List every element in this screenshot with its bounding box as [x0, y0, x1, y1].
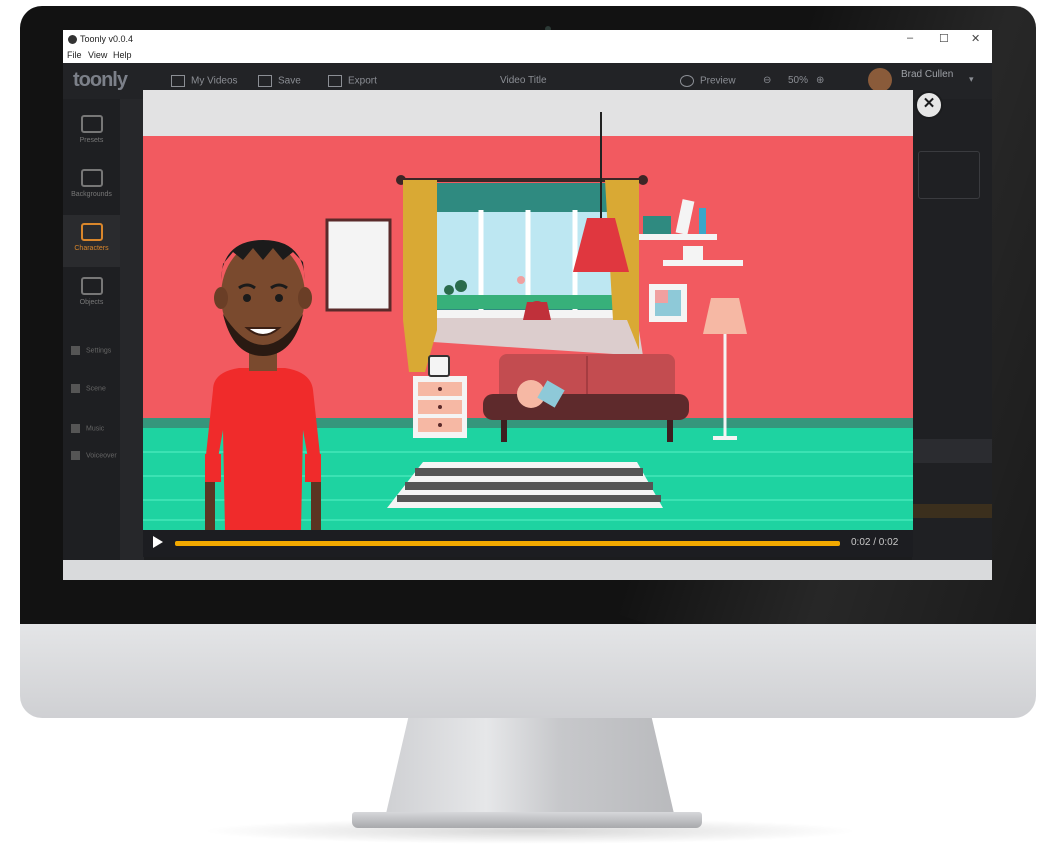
export-icon [328, 75, 342, 87]
sidebar-item-characters[interactable]: Characters [63, 215, 120, 267]
presets-icon [80, 115, 103, 133]
my-videos-button[interactable]: My Videos [171, 75, 238, 87]
export-button[interactable]: Export [328, 75, 377, 87]
timeline-row [912, 439, 992, 463]
sidebar-item-label: Scene [86, 385, 106, 393]
menu-view[interactable]: View [88, 50, 107, 60]
backgrounds-icon [80, 169, 103, 187]
sidebar-item-label: Characters [74, 245, 109, 252]
app-icon [68, 35, 77, 44]
my-videos-label: My Videos [191, 75, 238, 87]
preview-button[interactable]: Preview [680, 75, 736, 87]
scene-icon [71, 384, 80, 393]
title-bar: Toonly v0.0.4 – ☐ ✕ [63, 30, 992, 49]
timeline-track [912, 504, 992, 518]
zoom-in-button[interactable]: ⊕ [816, 75, 824, 86]
picture-frame [325, 218, 392, 312]
sidebar: Presets Backgrounds Characters Objects S… [63, 99, 120, 580]
zoom-level: 50% [788, 75, 809, 86]
zoom-out-button[interactable]: ⊖ [763, 75, 771, 86]
export-label: Export [348, 75, 377, 87]
maximize-button[interactable]: ☐ [939, 32, 949, 45]
objects-icon [80, 277, 103, 295]
save-button[interactable]: Save [258, 75, 301, 87]
microphone-icon [71, 451, 80, 460]
preview-label: Preview [700, 75, 736, 87]
sidebar-item-label: Settings [86, 347, 112, 355]
progress-bar[interactable] [175, 541, 840, 546]
properties-card [918, 151, 980, 199]
sidebar-item-label: Voiceover [86, 452, 117, 460]
save-icon [258, 75, 272, 87]
sidebar-item-label: Presets [79, 137, 104, 144]
monitor-stand [385, 718, 675, 818]
menu-help[interactable]: Help [113, 50, 132, 60]
grid-icon [171, 75, 185, 87]
video-title[interactable]: Video Title [500, 75, 547, 86]
user-menu-chevron-icon[interactable]: ▾ [969, 74, 974, 85]
sidebar-item-voiceover[interactable]: Voiceover [71, 451, 117, 460]
time-readout: 0:02 / 0:02 [851, 537, 899, 548]
progress-fill [175, 541, 840, 546]
monitor-chin [20, 624, 1036, 718]
sidebar-item-scene[interactable]: Scene [71, 384, 106, 393]
window-title: Toonly v0.0.4 [80, 34, 134, 44]
characters-icon [80, 223, 103, 241]
sidebar-item-presets[interactable]: Presets [63, 107, 120, 159]
minimize-button[interactable]: – [907, 32, 913, 44]
avatar[interactable] [868, 68, 892, 92]
scene-illustration [143, 90, 913, 530]
sidebar-item-label: Objects [79, 299, 104, 306]
menu-file[interactable]: File [67, 50, 82, 60]
bottom-strip [63, 560, 992, 580]
monitor-foot [352, 812, 702, 828]
player-controls: 0:02 / 0:02 [143, 530, 913, 557]
preview-modal [143, 90, 913, 557]
sidebar-item-label: Music [86, 425, 105, 433]
save-label: Save [278, 75, 301, 87]
eye-icon [680, 75, 694, 87]
close-window-button[interactable]: ✕ [971, 32, 980, 45]
toonly-logo: toonly [73, 69, 128, 91]
sidebar-item-music[interactable]: Music [71, 424, 104, 433]
sidebar-item-backgrounds[interactable]: Backgrounds [63, 161, 120, 213]
properties-panel [912, 99, 992, 580]
close-icon[interactable]: ✕ [915, 91, 943, 119]
sidebar-item-objects[interactable]: Objects [63, 269, 120, 321]
music-icon [71, 424, 80, 433]
sidebar-item-settings[interactable]: Settings [71, 346, 111, 355]
clock-icon [428, 355, 450, 377]
sidebar-item-label: Backgrounds [71, 191, 112, 198]
curtain-left [403, 180, 437, 372]
user-name: Brad Cullen [901, 69, 954, 80]
menu-bar: File View Help [63, 49, 992, 63]
asset-panel [120, 99, 144, 580]
play-icon[interactable] [153, 536, 163, 548]
gear-icon [71, 346, 80, 355]
